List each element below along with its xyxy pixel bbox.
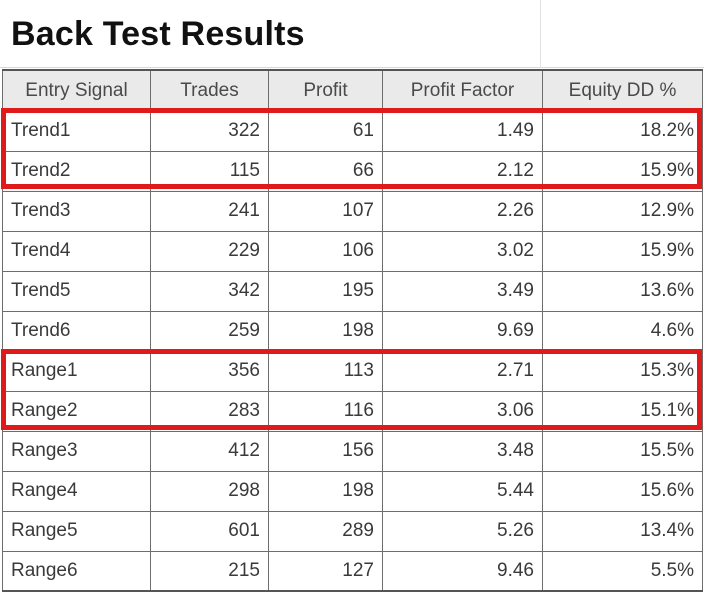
cell-entry-signal[interactable]: Range1: [2, 350, 151, 392]
cell-entry-signal[interactable]: Trend3: [2, 190, 151, 232]
cell-profit[interactable]: 195: [268, 270, 383, 312]
cell-profit-factor[interactable]: 3.06: [382, 390, 543, 432]
cell-equity-dd[interactable]: 15.1%: [542, 390, 703, 432]
back-test-results-table: Entry Signal Trades Profit Profit Factor…: [2, 69, 703, 592]
page-title: Back Test Results: [11, 15, 305, 53]
table-row[interactable]: Trend6 259 198 9.69 4.6%: [2, 310, 703, 352]
column-header-profit[interactable]: Profit: [268, 69, 383, 112]
cell-trades[interactable]: 322: [150, 110, 269, 152]
cell-profit-factor[interactable]: 2.12: [382, 150, 543, 192]
cell-profit[interactable]: 107: [268, 190, 383, 232]
column-header-trades[interactable]: Trades: [150, 69, 269, 112]
cell-trades[interactable]: 259: [150, 310, 269, 352]
cell-profit[interactable]: 289: [268, 510, 383, 552]
cell-profit[interactable]: 106: [268, 230, 383, 272]
cell-trades[interactable]: 601: [150, 510, 269, 552]
cell-profit-factor[interactable]: 5.44: [382, 470, 543, 512]
cell-equity-dd[interactable]: 13.6%: [542, 270, 703, 312]
cell-entry-signal[interactable]: Trend2: [2, 150, 151, 192]
cell-entry-signal[interactable]: Range4: [2, 470, 151, 512]
table-row[interactable]: Trend3 241 107 2.26 12.9%: [2, 190, 703, 232]
cell-profit[interactable]: 61: [268, 110, 383, 152]
cell-profit[interactable]: 156: [268, 430, 383, 472]
cell-equity-dd[interactable]: 15.5%: [542, 430, 703, 472]
cell-trades[interactable]: 412: [150, 430, 269, 472]
cell-profit-factor[interactable]: 9.46: [382, 550, 543, 592]
table-row[interactable]: Trend5 342 195 3.49 13.6%: [2, 270, 703, 312]
cell-profit-factor[interactable]: 9.69: [382, 310, 543, 352]
cell-equity-dd[interactable]: 12.9%: [542, 190, 703, 232]
cell-equity-dd[interactable]: 15.9%: [542, 230, 703, 272]
cell-profit-factor[interactable]: 2.26: [382, 190, 543, 232]
cell-equity-dd[interactable]: 15.6%: [542, 470, 703, 512]
table-body: Trend1 322 61 1.49 18.2% Trend2 115 66 2.12 15.9%…: [2, 110, 703, 592]
cell-trades[interactable]: 342: [150, 270, 269, 312]
table-header: Entry Signal Trades Profit Profit Factor…: [2, 69, 703, 112]
cell-entry-signal[interactable]: Range2: [2, 390, 151, 432]
cell-trades[interactable]: 115: [150, 150, 269, 192]
cell-trades[interactable]: 356: [150, 350, 269, 392]
cell-entry-signal[interactable]: Range3: [2, 430, 151, 472]
cell-profit[interactable]: 198: [268, 470, 383, 512]
table-row[interactable]: Trend1 322 61 1.49 18.2%: [2, 110, 703, 152]
table-row[interactable]: Trend4 229 106 3.02 15.9%: [2, 230, 703, 272]
cell-profit[interactable]: 66: [268, 150, 383, 192]
cell-equity-dd[interactable]: 15.3%: [542, 350, 703, 392]
cell-trades[interactable]: 283: [150, 390, 269, 432]
cell-profit-factor[interactable]: 3.49: [382, 270, 543, 312]
cell-profit[interactable]: 116: [268, 390, 383, 432]
table-row[interactable]: Range5 601 289 5.26 13.4%: [2, 510, 703, 552]
cell-entry-signal[interactable]: Trend5: [2, 270, 151, 312]
cell-entry-signal[interactable]: Trend1: [2, 110, 151, 152]
table-row[interactable]: Range3 412 156 3.48 15.5%: [2, 430, 703, 472]
table-row[interactable]: Range1 356 113 2.71 15.3%: [2, 350, 703, 392]
cell-equity-dd[interactable]: 13.4%: [542, 510, 703, 552]
cell-equity-dd[interactable]: 5.5%: [542, 550, 703, 592]
cell-trades[interactable]: 298: [150, 470, 269, 512]
cell-equity-dd[interactable]: 15.9%: [542, 150, 703, 192]
cell-trades[interactable]: 215: [150, 550, 269, 592]
table-row[interactable]: Range2 283 116 3.06 15.1%: [2, 390, 703, 432]
cell-profit[interactable]: 127: [268, 550, 383, 592]
cell-entry-signal[interactable]: Trend4: [2, 230, 151, 272]
cell-profit[interactable]: 198: [268, 310, 383, 352]
spreadsheet-sheet: Back Test Results Entry Signal Trades Pr…: [0, 0, 704, 600]
cell-profit-factor[interactable]: 3.02: [382, 230, 543, 272]
table-header-row: Entry Signal Trades Profit Profit Factor…: [2, 69, 703, 112]
table-row[interactable]: Range6 215 127 9.46 5.5%: [2, 550, 703, 592]
cell-entry-signal[interactable]: Range5: [2, 510, 151, 552]
table-row[interactable]: Trend2 115 66 2.12 15.9%: [2, 150, 703, 192]
cell-trades[interactable]: 241: [150, 190, 269, 232]
cell-entry-signal[interactable]: Range6: [2, 550, 151, 592]
cell-profit[interactable]: 113: [268, 350, 383, 392]
cell-entry-signal[interactable]: Trend6: [2, 310, 151, 352]
title-cell-divider: [540, 0, 541, 68]
cell-equity-dd[interactable]: 18.2%: [542, 110, 703, 152]
cell-profit-factor[interactable]: 2.71: [382, 350, 543, 392]
cell-equity-dd[interactable]: 4.6%: [542, 310, 703, 352]
title-band: Back Test Results: [0, 0, 704, 68]
cell-profit-factor[interactable]: 3.48: [382, 430, 543, 472]
column-header-entry-signal[interactable]: Entry Signal: [2, 69, 151, 112]
cell-profit-factor[interactable]: 1.49: [382, 110, 543, 152]
table-row[interactable]: Range4 298 198 5.44 15.6%: [2, 470, 703, 512]
cell-profit-factor[interactable]: 5.26: [382, 510, 543, 552]
column-header-profit-factor[interactable]: Profit Factor: [382, 69, 543, 112]
cell-trades[interactable]: 229: [150, 230, 269, 272]
column-header-equity-dd[interactable]: Equity DD %: [542, 69, 703, 112]
